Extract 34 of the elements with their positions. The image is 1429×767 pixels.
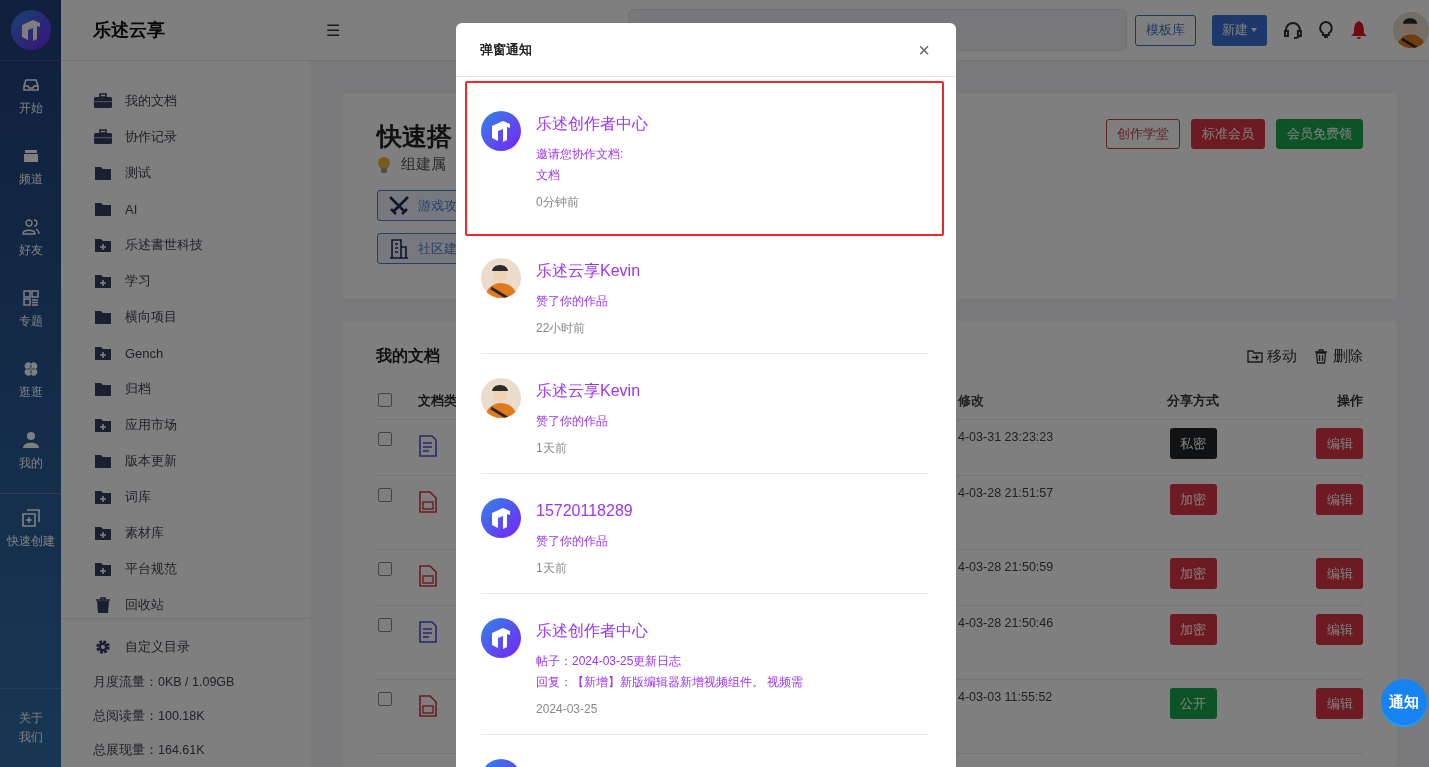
message-text: 文档 <box>536 167 561 184</box>
stat-text: 总展现量：164.61K <box>92 741 206 759</box>
column-header: 文档类 <box>418 392 457 410</box>
share-badge: 加密 <box>1169 614 1217 645</box>
timestamp: 1天前 <box>536 560 568 577</box>
column-header: 操作 <box>1337 392 1363 410</box>
section-title: 我的文档 <box>376 345 440 366</box>
hero-title: 快速搭 <box>377 121 452 152</box>
stat-text: 总阅读量：100.18K <box>92 707 206 725</box>
stat-text: 月度流量：0KB / 1.09GB <box>92 673 236 691</box>
column-header: 分享方式 <box>1167 392 1219 410</box>
table-cell: 4-03-03 11:55:52 <box>958 690 1053 704</box>
message-text: 邀请您协作文档: <box>536 146 625 163</box>
message-text: 帖子：2024-03-25更新日志 <box>536 653 683 670</box>
timestamp: 22小时前 <box>536 320 587 337</box>
table-cell: 4-03-28 21:51:57 <box>958 486 1054 500</box>
share-badge: 加密 <box>1169 558 1217 589</box>
table-cell: 4-03-28 21:50:59 <box>958 560 1054 574</box>
share-badge: 加密 <box>1169 484 1217 515</box>
message-text: 回复：【新增】新版编辑器新增视频组件。 视频需 <box>536 674 804 691</box>
timestamp: 1天前 <box>536 440 568 457</box>
column-header: 修改 <box>958 393 984 408</box>
share-badge: 私密 <box>1169 428 1217 459</box>
timestamp: 2024-03-25 <box>536 701 599 718</box>
share-badge: 公开 <box>1169 688 1217 719</box>
dialog-title: 弹窗通知 <box>480 40 532 59</box>
table-cell: 4-03-28 21:50:46 <box>958 616 1054 630</box>
hero-tip: 组建属 <box>401 155 446 174</box>
message-text: 赞了你的作品 <box>536 293 609 310</box>
timestamp: 0分钟前 <box>536 194 580 211</box>
message-text: 赞了你的作品 <box>536 533 609 550</box>
message-text: 赞了你的作品 <box>536 413 609 430</box>
table-cell: 4-03-31 23:23:23 <box>958 430 1054 444</box>
brand-title: 乐述云享 <box>93 19 165 42</box>
